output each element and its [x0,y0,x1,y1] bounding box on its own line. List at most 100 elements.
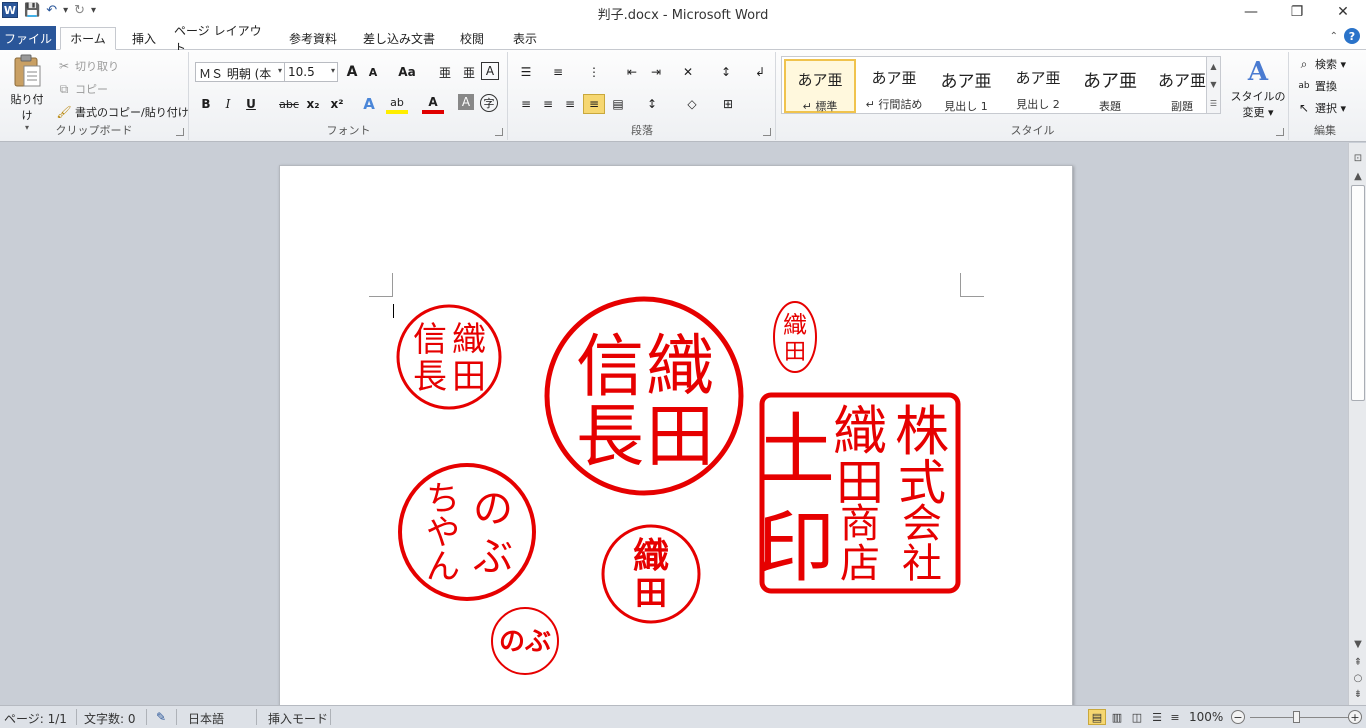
underline-button[interactable]: U [240,94,262,114]
scroll-thumb[interactable] [1351,185,1365,401]
print-layout-view-icon[interactable]: ▤ [1088,709,1106,725]
select-button[interactable]: ↖ 選択 ▾ [1296,100,1346,116]
gallery-scroll[interactable]: ▲ ▼ ☰ [1206,57,1220,113]
increase-indent-icon[interactable]: ⇥ [645,62,667,82]
minimize-ribbon-icon[interactable]: ⌃ [1330,31,1338,42]
asian-layout-icon[interactable]: ✕ [677,62,699,82]
change-case-button[interactable]: Aa [392,62,422,82]
insert-mode-indicator[interactable]: 挿入モード [268,710,328,727]
gallery-down-icon[interactable]: ▼ [1210,80,1216,89]
seal-round-large[interactable]: 信 長 織 田 [544,296,744,496]
gallery-more-icon[interactable]: ☰ [1210,99,1217,108]
proofing-icon[interactable]: ✎ [156,710,166,724]
phonetic-guide-button[interactable]: 亜 [434,62,456,82]
tab-review[interactable]: 校閲 [452,27,492,50]
align-left-icon[interactable]: ≡ [515,94,537,114]
paste-button[interactable]: 貼り付け ▾ [6,54,48,132]
seal-round-hiragana[interactable]: ち や ん の ぶ [398,463,536,601]
word-count[interactable]: 文字数: 0 [84,710,136,727]
style-title[interactable]: あア亜 表題 [1074,59,1146,113]
zoom-level[interactable]: 100% [1189,710,1223,724]
tab-view[interactable]: 表示 [502,27,548,50]
seal-square-company[interactable]: 土 印 織 田 商 店 株 式 会 社 [757,392,961,594]
browse-object-icon[interactable]: ○ [1351,671,1365,685]
multilevel-list-icon[interactable]: ⋮ [583,62,605,82]
char-shading-button[interactable]: A [458,94,474,110]
shading-icon[interactable]: ◇ [681,94,703,114]
web-layout-icon[interactable]: ◫ [1128,709,1146,725]
highlight-button[interactable]: ab [386,94,408,114]
tab-file[interactable]: ファイル [0,26,56,50]
distribute-icon[interactable]: ▤ [607,94,629,114]
copy-button[interactable]: ⧉ コピー [56,81,108,97]
seal-oval-small[interactable]: 織 田 [773,301,817,373]
draft-view-icon[interactable]: ≡ [1166,709,1184,725]
styles-launcher-icon[interactable] [1276,128,1284,136]
ruler-toggle-icon[interactable]: ⊡ [1351,151,1365,165]
show-marks-icon[interactable]: ↲ [749,62,771,82]
strikethrough-button[interactable]: abc [276,94,302,114]
prev-page-icon[interactable]: ⇞ [1351,655,1365,669]
italic-button[interactable]: I [217,94,239,114]
paragraph-launcher-icon[interactable] [763,128,771,136]
shrink-font-button[interactable]: A [362,62,384,82]
scroll-up-icon[interactable]: ▲ [1351,169,1365,183]
full-screen-reading-icon[interactable]: ▥ [1108,709,1126,725]
scroll-down-icon[interactable]: ▼ [1351,637,1365,651]
vertical-scrollbar[interactable]: ⊡ ▲ ▼ ⇞ ○ ⇟ [1348,143,1366,705]
sort-icon[interactable]: ↕ [715,62,737,82]
decrease-indent-icon[interactable]: ⇤ [621,62,643,82]
enclose-chars-button[interactable]: 字 [480,94,498,112]
font-color-button[interactable]: A [422,94,444,114]
align-right-icon[interactable]: ≡ [559,94,581,114]
style-heading-2[interactable]: あア亜 見出し 2 [1002,59,1074,113]
next-page-icon[interactable]: ⇟ [1351,687,1365,701]
minimize-button[interactable]: — [1228,0,1274,24]
find-button[interactable]: ⌕ 検索 ▾ [1296,56,1346,72]
align-center-icon[interactable]: ≡ [537,94,559,114]
replace-button[interactable]: ab 置換 [1296,78,1337,94]
style-no-spacing[interactable]: あア亜 ↵ 行間詰め [858,59,930,113]
gallery-up-icon[interactable]: ▲ [1210,62,1216,71]
format-painter-button[interactable]: 🖌 書式のコピー/貼り付け [56,104,188,120]
outline-view-icon[interactable]: ☰ [1148,709,1166,725]
clipboard-launcher-icon[interactable] [176,128,184,136]
style-normal[interactable]: あア亜 ↵ 標準 [784,59,856,113]
zoom-slider-thumb[interactable] [1293,711,1300,723]
zoom-in-icon[interactable]: + [1348,710,1362,724]
borders-icon[interactable]: ⊞ [717,94,739,114]
font-size-combo[interactable]: 10.5 ▾ [284,62,338,82]
bullets-icon[interactable]: ☰ [515,62,537,82]
grow-font-button[interactable]: A [341,62,363,82]
font-name-combo[interactable]: ＭＳ 明朝 (本 ▾ [195,62,285,82]
subscript-button[interactable]: x₂ [302,94,324,114]
change-styles-button[interactable]: A スタイルの 変更 ▾ [1229,56,1287,120]
style-heading-1[interactable]: あア亜 見出し 1 [930,59,1002,113]
tab-page-layout[interactable]: ページ レイアウト [174,24,270,55]
document-page[interactable]: 信 長 織 田 信 長 織 田 織 田 土 印 織 田 商 店 株 式 会 社 … [279,165,1073,705]
seal-round-bold[interactable]: 織 田 [601,524,701,624]
tab-home[interactable]: ホーム [60,27,116,50]
page-count[interactable]: ページ: 1/1 [4,710,67,727]
seal-round-nobu[interactable]: のぶ [491,607,559,675]
numbering-icon[interactable]: ≡ [547,62,569,82]
font-launcher-icon[interactable] [495,128,503,136]
restore-button[interactable]: ❐ [1274,0,1320,24]
help-icon[interactable]: ? [1344,28,1360,44]
seal-round-small[interactable]: 信 長 織 田 [396,304,502,410]
language-indicator[interactable]: 日本語 [188,710,224,727]
zoom-out-icon[interactable]: − [1231,710,1245,724]
line-spacing-icon[interactable]: ↕ [641,94,663,114]
tab-insert[interactable]: 挿入 [124,27,164,50]
cut-button[interactable]: ✂ 切り取り [56,58,119,74]
text-effects-button[interactable]: A [358,94,380,114]
superscript-button[interactable]: x² [326,94,348,114]
char-border-button[interactable]: A [481,62,499,80]
tab-references[interactable]: 参考資料 [280,27,346,50]
justify-icon[interactable]: ≡ [583,94,605,114]
seal4-char: 株 [895,400,949,463]
bold-button[interactable]: B [195,94,217,114]
furigana-button[interactable]: 亜 [458,62,480,82]
tab-mailings[interactable]: 差し込み文書 [356,27,442,50]
close-button[interactable]: ✕ [1320,0,1366,24]
